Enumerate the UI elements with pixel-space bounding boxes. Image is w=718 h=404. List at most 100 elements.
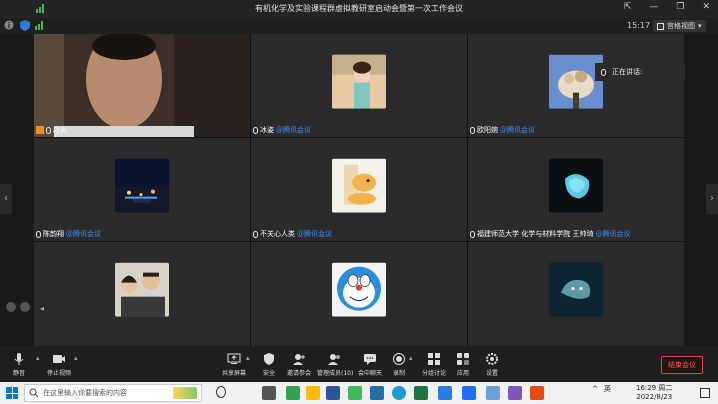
participant-name-tag: 不关心人类 @腾讯会议 <box>253 229 332 239</box>
participant-source: @腾讯会议 <box>500 126 535 134</box>
notification-icon[interactable] <box>700 388 710 398</box>
participant-tile[interactable]: 福建师范大学 化学与材料学院 王帅琦 @腾讯会议 <box>468 138 684 241</box>
gear-icon <box>486 353 498 365</box>
participant-source: @腾讯会议 <box>595 230 631 238</box>
screen-share-icon <box>36 126 44 134</box>
participant-tile[interactable]: 冰姿 @腾讯会议 <box>251 34 467 137</box>
microphone-icon <box>14 353 24 365</box>
share-screen-icon <box>227 353 241 364</box>
end-meeting-button[interactable]: 结束会议 <box>661 356 703 374</box>
taskbar-app-icon[interactable] <box>508 386 522 400</box>
participant-tile[interactable]: 陈韵翔 @腾讯会议 <box>34 138 250 241</box>
participant-name-tag: 欧阳婉 @腾讯会议 <box>470 125 535 135</box>
video-options-chevron[interactable]: ▴ <box>74 354 78 362</box>
meeting-info-bar: 15:17 宫格视图 ▾ <box>0 18 718 34</box>
invite-button[interactable]: 邀请参会 <box>287 352 311 377</box>
mini-controls <box>6 302 30 312</box>
close-button[interactable]: ✕ <box>702 2 710 12</box>
mic-icon <box>253 230 258 238</box>
mute-button[interactable]: 静音 <box>12 352 26 377</box>
mute-options-chevron[interactable]: ▴ <box>36 354 40 362</box>
video-camera-icon <box>53 355 65 363</box>
chevron-up-icon[interactable]: ^ <box>592 385 598 393</box>
record-options-chevron[interactable]: ▴ <box>409 354 413 362</box>
window-controls: ⇱ — ❐ ✕ <box>624 2 710 12</box>
weather-widget-icon[interactable] <box>173 387 197 399</box>
participant-tile[interactable] <box>251 242 467 346</box>
breakout-rooms-button[interactable]: 分组讨论 <box>422 352 446 377</box>
chat-icon <box>364 354 376 365</box>
apps-button[interactable]: 应用 <box>456 352 470 377</box>
record-button[interactable]: 录制 <box>392 352 406 377</box>
apps-icon <box>457 353 469 365</box>
participant-tile[interactable]: 赵炎 <box>34 34 250 137</box>
participant-tile[interactable]: 不关心人类 @腾讯会议 <box>251 138 467 241</box>
manage-participants-button[interactable]: 管理成员(10) <box>317 352 353 377</box>
avatar <box>115 262 169 317</box>
taskbar-app-icon[interactable] <box>370 386 384 400</box>
edge-icon[interactable] <box>392 386 406 400</box>
participant-name: 陈韵翔 <box>43 230 64 238</box>
add-user-icon <box>293 354 305 365</box>
settings-button[interactable]: 设置 <box>485 352 499 377</box>
avatar <box>332 158 386 213</box>
taskbar-app-icon[interactable] <box>262 386 276 400</box>
emoji-icon[interactable] <box>6 302 16 312</box>
taskbar-clock[interactable]: 16:29 周二 2022/8/23 <box>636 384 672 402</box>
mic-icon <box>253 126 258 134</box>
chat-button[interactable]: 会中聊天 <box>358 352 382 377</box>
participant-name-tag: 冰姿 @腾讯会议 <box>253 125 311 135</box>
avatar <box>332 54 386 109</box>
excel-icon[interactable] <box>414 386 428 400</box>
minimize-button[interactable]: — <box>649 2 658 12</box>
taskbar-app-icon[interactable] <box>530 386 544 400</box>
video-grid: 赵炎 冰姿 @腾讯会议 欧阳婉 @腾讯会议 陈韵翔 @腾讯会议 不关心人类 @腾… <box>34 34 684 346</box>
avatar <box>549 262 603 317</box>
mic-icon <box>470 126 475 134</box>
share-options-chevron[interactable]: ▴ <box>246 354 250 362</box>
maximize-button[interactable]: ❐ <box>676 2 684 12</box>
taskbar-app-icon[interactable] <box>306 386 320 400</box>
record-icon <box>393 353 405 365</box>
taskbar-search-input[interactable]: 在这里输入你要搜索的内容 <box>24 384 202 402</box>
meeting-timer: 15:17 <box>627 21 651 30</box>
collapse-panel-button[interactable]: ◂ <box>40 304 44 313</box>
participant-name: 不关心人类 <box>260 230 295 238</box>
taskbar-app-icon[interactable] <box>438 386 452 400</box>
speaking-label: 正在讲话: <box>612 68 643 76</box>
avatar <box>332 262 386 317</box>
share-screen-button[interactable]: 共享屏幕 <box>222 352 246 377</box>
meeting-toolbar: 静音 ▴ 停止视频 ▴ 共享屏幕 ▴ 安全 邀请参会 管理成员(10) 会中聊天… <box>0 346 718 382</box>
participant-tile[interactable]: 欧阳婉 @腾讯会议 <box>468 34 684 137</box>
participant-tile[interactable] <box>34 242 250 346</box>
task-view-icon[interactable] <box>216 386 226 398</box>
participant-name: 冰姿 <box>260 126 274 134</box>
title-bar: 有机化学及实验课程群虚拟教研室启动会暨第一次工作会议 ⇱ — ❐ ✕ <box>0 0 718 18</box>
ime-indicator[interactable]: 英 <box>604 384 611 394</box>
pin-icon[interactable]: ⇱ <box>624 2 632 12</box>
avatar <box>115 158 169 213</box>
security-button[interactable]: 安全 <box>262 352 276 377</box>
taskbar-app-icon[interactable] <box>348 386 362 400</box>
gallery-view-button[interactable]: 宫格视图 ▾ <box>653 20 706 32</box>
taskbar-app-icon[interactable] <box>486 386 500 400</box>
prev-page-button[interactable]: ‹ <box>0 184 12 214</box>
grid-icon <box>657 22 664 30</box>
mic-icon <box>601 68 606 76</box>
search-icon <box>29 388 39 398</box>
os-taskbar: 在这里输入你要搜索的内容 ^ 英 16:29 周二 2022/8/23 <box>0 382 718 404</box>
participants-icon <box>328 354 341 365</box>
participant-source: @腾讯会议 <box>66 230 101 238</box>
avatar <box>549 158 603 213</box>
next-page-button[interactable]: › <box>706 184 718 214</box>
tencent-meeting-icon[interactable] <box>462 386 476 400</box>
stop-video-button[interactable]: 停止视频 <box>47 352 71 377</box>
info-icon[interactable] <box>4 20 14 30</box>
shield-icon[interactable] <box>20 20 30 31</box>
participant-name: 欧阳婉 <box>477 126 498 134</box>
chat-bubble-icon[interactable] <box>20 302 30 312</box>
taskbar-app-icon[interactable] <box>286 386 300 400</box>
participant-tile[interactable] <box>468 242 684 346</box>
windows-start-icon[interactable] <box>6 387 18 399</box>
word-icon[interactable] <box>326 386 340 400</box>
